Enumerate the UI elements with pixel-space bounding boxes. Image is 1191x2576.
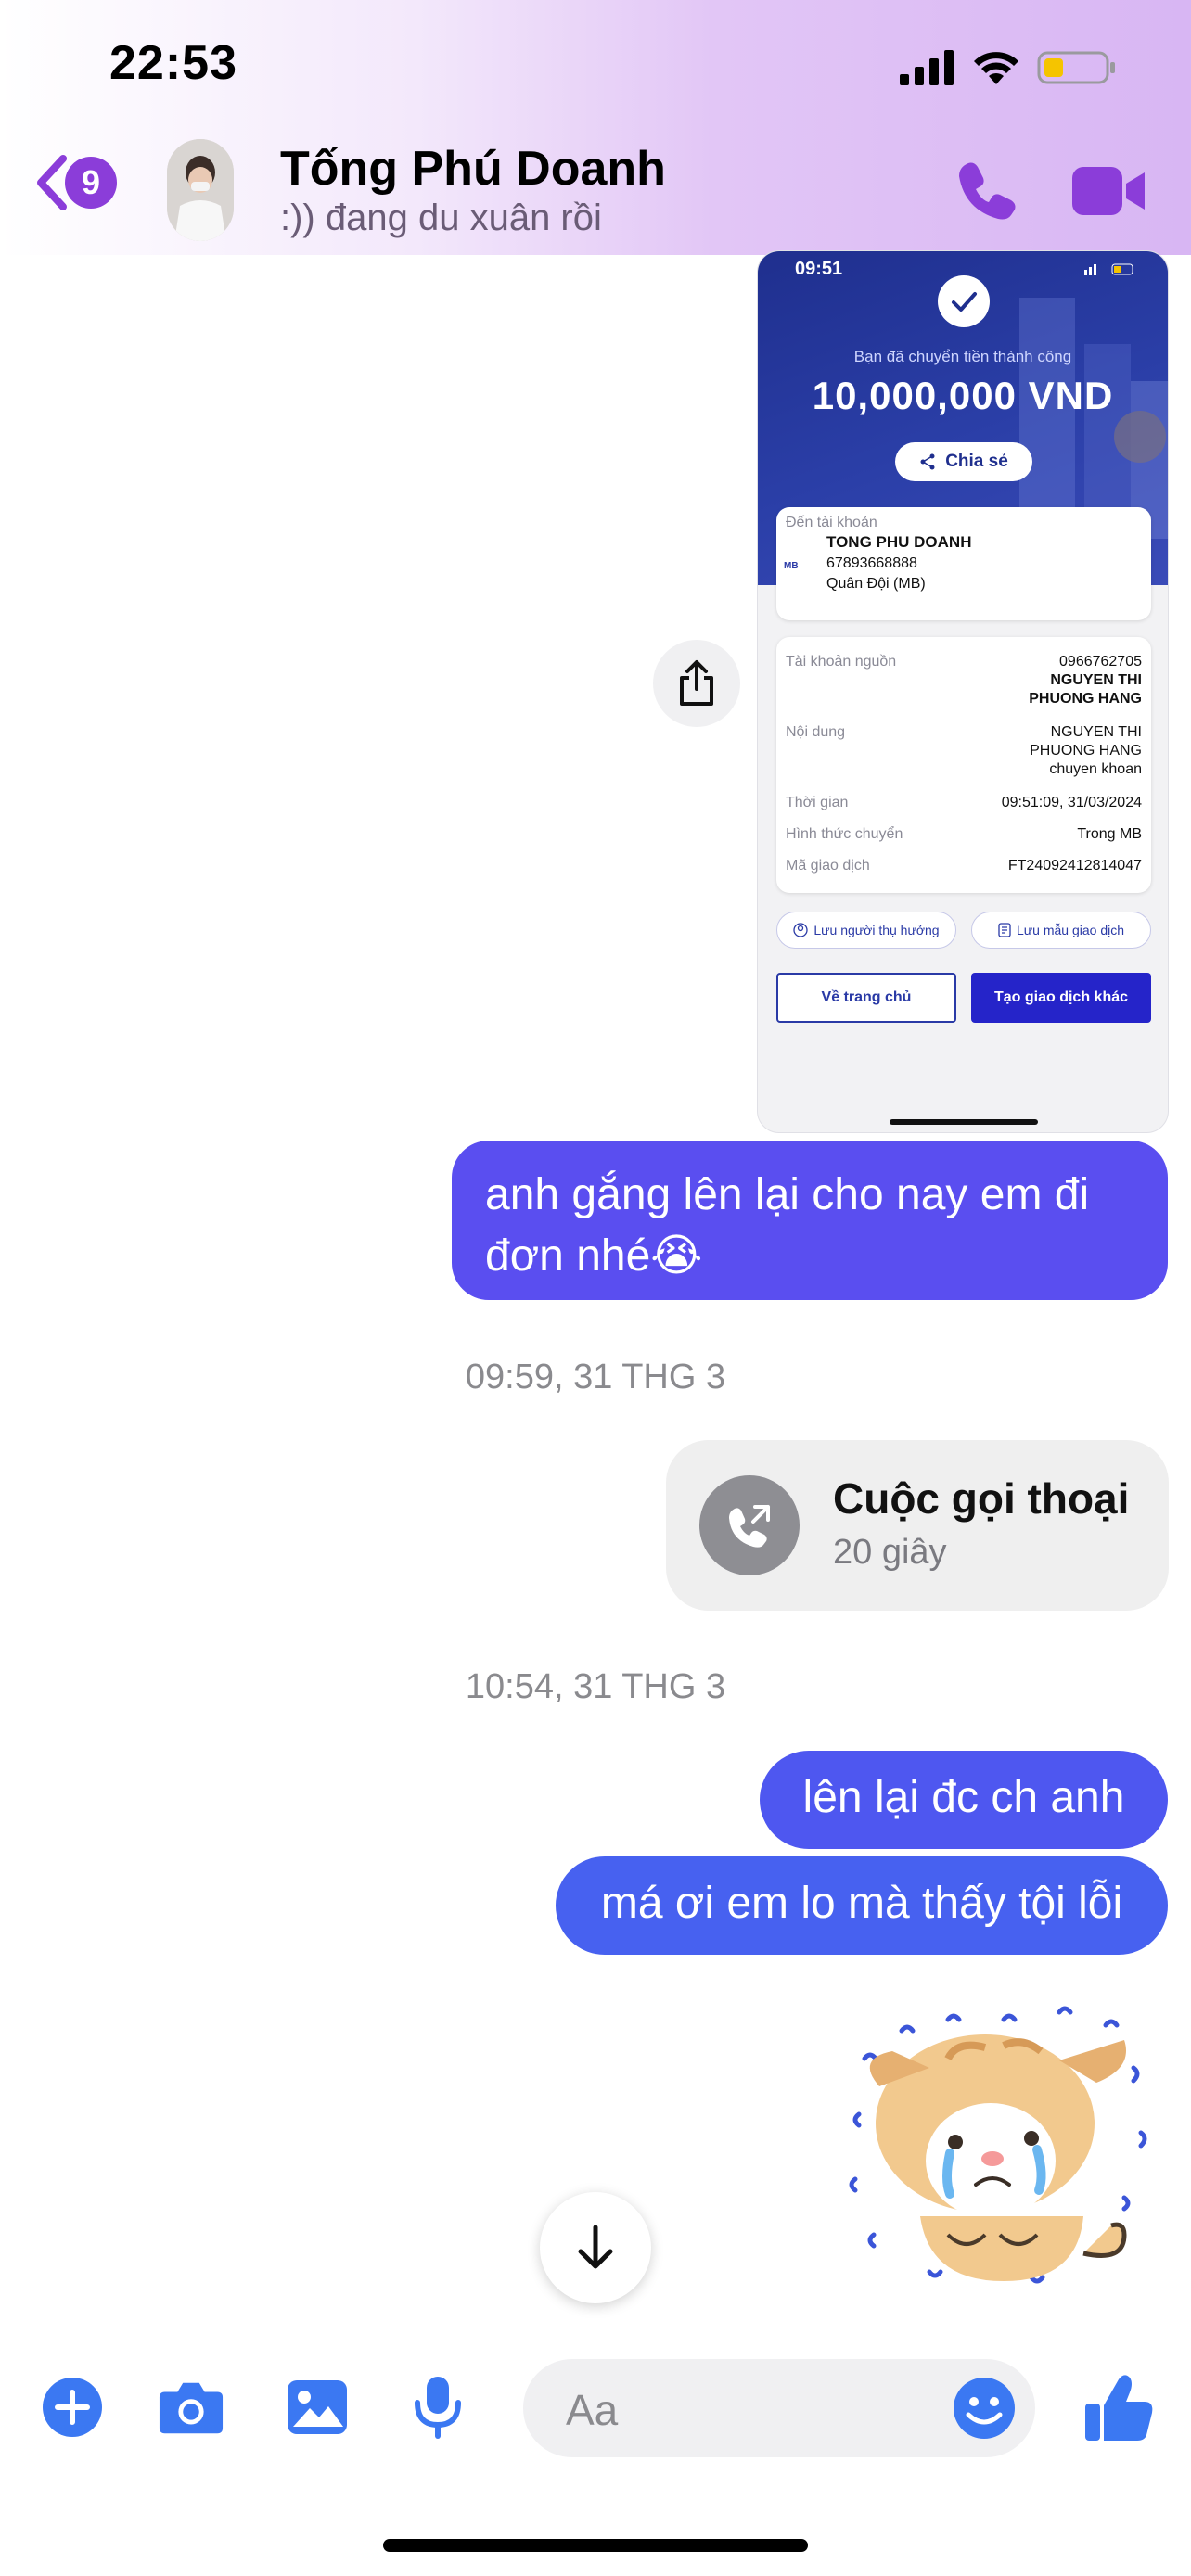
document-icon [998,923,1011,937]
arrow-down-icon [578,2225,613,2269]
receipt-time: 09:51 [795,259,843,279]
share-image-button[interactable] [653,640,740,727]
share-upload-icon [680,660,713,706]
contact-name[interactable]: Tống Phú Doanh [280,141,666,197]
contact-status: :)) đang du xuân rồi [280,198,602,238]
message-input-placeholder: Aa [566,2386,619,2434]
receipt-row-label: Tài khoản nguồn [786,654,897,670]
image-icon [288,2380,347,2434]
call-duration: 20 giây [833,1533,947,1572]
camera-icon [159,2382,224,2434]
message-bubble[interactable]: lên lại đc ch anh [760,1751,1168,1849]
receipt-row-value: Trong MB [1077,826,1142,842]
receipt-share-label: Chia sẻ [945,452,1008,471]
receipt-row-value: FT24092412814047 [1007,858,1142,874]
status-icons [900,45,1117,91]
more-actions-button[interactable] [39,2374,106,2441]
receipt-home-button: Về trang chủ [776,973,956,1023]
emoji-icon [954,2378,1015,2439]
status-time: 22:53 [109,36,237,90]
battery-icon [1037,51,1115,84]
outgoing-call-icon [699,1475,800,1575]
receipt-status-icons [1084,262,1140,275]
camera-button[interactable] [158,2374,224,2441]
share-icon [920,453,935,470]
crying-cat-sticker[interactable] [846,2003,1158,2300]
scroll-to-bottom-button[interactable] [540,2192,651,2303]
user-circle-icon [793,923,809,937]
receipt-row-value: 0966762705 [1059,654,1142,670]
receipt-row-label: Thời gian [786,795,849,810]
voice-call-button[interactable] [955,158,1020,223]
receipt-details-card: Tài khoản nguồn 0966762705 NGUYEN THI PH… [776,637,1151,893]
plus-icon [43,2378,102,2437]
back-button[interactable]: 9 [33,153,117,212]
message-input[interactable]: Aa [523,2359,1035,2457]
receipt-row-value: PHUONG HANG [1029,691,1142,707]
transfer-receipt-image[interactable]: 09:51 Bạn đã chuyển tiền thành công 10,0… [757,250,1169,1133]
mb-bank-logo: MB [784,561,799,571]
thumbs-up-icon [1085,2375,1153,2441]
receipt-success-text: Bạn đã chuyển tiền thành công [853,348,1072,365]
voice-message-button[interactable] [404,2374,471,2441]
like-button[interactable] [1082,2370,1156,2444]
receipt-to-bank: Quân Đội (MB) [826,576,926,592]
unread-badge: 9 [65,157,117,209]
home-indicator [383,2539,808,2552]
receipt-row-value: NGUYEN THI [1050,724,1142,740]
receipt-row-value: PHUONG HANG [1030,743,1142,759]
voice-call-card[interactable]: Cuộc gọi thoại 20 giây [666,1440,1169,1611]
cellular-signal-icon [900,50,954,85]
gallery-button[interactable] [284,2374,351,2441]
save-beneficiary-pill: Lưu người thụ hưởng [776,912,956,949]
phone-icon [959,162,1016,220]
receipt-row-label: Mã giao dịch [786,858,870,874]
receipt-new-transaction-button: Tạo giao dịch khác [971,973,1151,1023]
wifi-icon [974,52,1018,84]
call-title: Cuộc gọi thoại [833,1474,1130,1523]
success-check-icon [938,275,990,327]
receipt-recipient-card: Đến tài khoản MB TONG PHU DOANH 67893668… [776,507,1151,620]
emoji-button[interactable] [952,2376,1017,2441]
save-beneficiary-label: Lưu người thụ hưởng [813,923,940,937]
receipt-amount: 10,000,000 VND [812,374,1114,417]
contact-avatar[interactable] [167,139,234,241]
receipt-row-value: 09:51:09, 31/03/2024 [1001,795,1142,810]
video-camera-icon [1072,167,1145,215]
save-template-pill: Lưu mẫu giao dịch [971,912,1151,949]
message-timestamp: 10:54, 31 THG 3 [465,1667,726,1706]
microphone-icon [415,2377,461,2439]
message-bubble[interactable]: anh gắng lên lại cho nay em đi đơn nhé😭 [452,1141,1168,1300]
chat-header: 22:53 9 Tống Phú Doanh:)) đang du xuân … [0,0,1191,255]
receipt-to-account-number: 67893668888 [826,555,917,571]
receipt-row-label: Nội dung [786,724,846,740]
receipt-row-value: NGUYEN THI [1050,672,1142,688]
receipt-to-name: TONG PHU DOANH [826,533,972,551]
receipt-share-button: Chia sẻ [895,442,1032,481]
receipt-to-account-label: Đến tài khoản [786,515,877,530]
message-timestamp: 09:59, 31 THG 3 [465,1358,726,1396]
receipt-row-value: chuyen khoan [1049,761,1142,777]
video-call-button[interactable] [1072,165,1146,217]
receipt-row-label: Hình thức chuyển [786,826,903,842]
receipt-home-indicator [890,1119,1038,1125]
save-template-label: Lưu mẫu giao dịch [1017,923,1124,937]
message-bubble[interactable]: má ơi em lo mà thấy tội lỗi [556,1856,1168,1955]
